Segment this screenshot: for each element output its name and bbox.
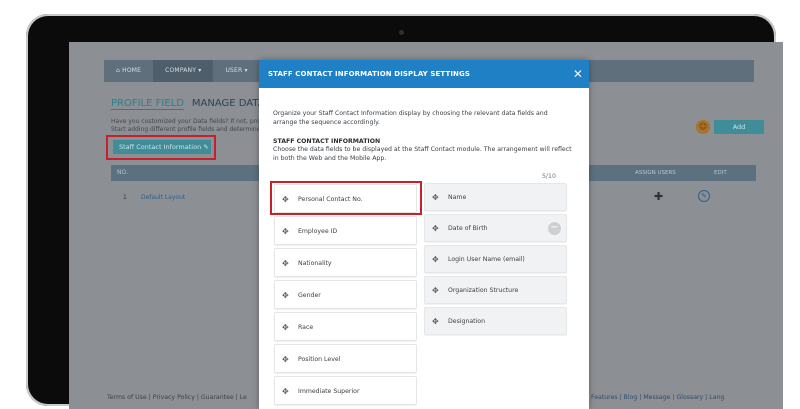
laptop-frame: ⌂ HOME COMPANY ▾ USER ▾ PROFILE FIELD MA…: [26, 14, 783, 409]
assign-users-plus-icon[interactable]: ✚: [654, 190, 663, 203]
field-label: Position Level: [298, 356, 341, 363]
field-label: Race: [298, 324, 314, 331]
close-icon[interactable]: ✕: [573, 60, 583, 88]
field-gender[interactable]: ✥ Gender: [274, 280, 417, 309]
table-row-number: 1: [123, 194, 127, 201]
profile-tabs: PROFILE FIELD MANAGE DATA FIE: [111, 98, 283, 110]
nav-user[interactable]: USER ▾: [213, 60, 259, 82]
selected-field-date-of-birth[interactable]: ✥ Date of Birth −: [424, 214, 567, 242]
drag-handle-icon[interactable]: ✥: [282, 281, 289, 310]
minus-circle-icon[interactable]: −: [548, 222, 561, 235]
screen: ⌂ HOME COMPANY ▾ USER ▾ PROFILE FIELD MA…: [69, 42, 783, 409]
drag-handle-icon[interactable]: ✥: [432, 308, 439, 336]
field-nationality[interactable]: ✥ Nationality: [274, 248, 417, 277]
field-label: Login User Name (email): [448, 256, 525, 263]
info-icon[interactable]: ☺: [696, 120, 710, 134]
selected-field-login-user-name[interactable]: ✥ Login User Name (email): [424, 245, 567, 273]
selected-field-organization-structure[interactable]: ✥ Organization Structure: [424, 276, 567, 304]
field-label: Nationality: [298, 260, 332, 267]
personal-contact-highlight: [270, 181, 422, 215]
field-label: Name: [448, 194, 467, 201]
tab-profile-field[interactable]: PROFILE FIELD: [111, 98, 184, 110]
camera-dot: [399, 30, 404, 35]
drag-handle-icon[interactable]: ✥: [432, 184, 439, 212]
help-text: Have you customized your Data fields? If…: [111, 118, 263, 133]
drag-handle-icon[interactable]: ✥: [432, 246, 439, 274]
footer-links-left[interactable]: Terms of Use | Privacy Policy | Guarante…: [107, 394, 247, 401]
drag-handle-icon[interactable]: ✥: [432, 215, 439, 243]
field-employee-id[interactable]: ✥ Employee ID: [274, 216, 417, 245]
table-header-edit: EDIT: [714, 170, 727, 176]
selected-count: 5/10: [542, 173, 556, 180]
field-label: Date of Birth: [448, 225, 488, 232]
field-label: Employee ID: [298, 228, 338, 235]
staff-button-highlight: [106, 135, 216, 160]
table-header-no: NO.: [117, 169, 128, 176]
field-label: Organization Structure: [448, 287, 519, 294]
table-header-left: [111, 165, 261, 181]
field-label: Gender: [298, 292, 321, 299]
add-button[interactable]: Add: [714, 120, 764, 134]
default-layout-link[interactable]: Default Layout: [141, 194, 185, 201]
section-description: Choose the data fields to be displayed a…: [273, 146, 572, 162]
footer-links-right[interactable]: Features | Blog | Message | Glossary | L…: [591, 394, 724, 401]
modal-title: STAFF CONTACT INFORMATION DISPLAY SETTIN…: [268, 70, 470, 78]
drag-handle-icon[interactable]: ✥: [282, 313, 289, 342]
drag-handle-icon[interactable]: ✥: [282, 249, 289, 278]
nav-company[interactable]: COMPANY ▾: [153, 60, 214, 82]
selected-field-designation[interactable]: ✥ Designation: [424, 307, 567, 335]
drag-handle-icon[interactable]: ✥: [282, 217, 289, 246]
display-settings-modal: STAFF CONTACT INFORMATION DISPLAY SETTIN…: [259, 60, 589, 409]
selected-field-name[interactable]: ✥ Name: [424, 183, 567, 211]
field-label: Immediate Superior: [298, 388, 360, 395]
modal-header: STAFF CONTACT INFORMATION DISPLAY SETTIN…: [259, 60, 589, 88]
drag-handle-icon[interactable]: ✥: [282, 345, 289, 374]
field-position-level[interactable]: ✥ Position Level: [274, 344, 417, 373]
field-immediate-superior[interactable]: ✥ Immediate Superior: [274, 376, 417, 405]
drag-handle-icon[interactable]: ✥: [282, 377, 289, 406]
table-header-assign-users: ASSIGN USERS: [635, 170, 676, 176]
field-race[interactable]: ✥ Race: [274, 312, 417, 341]
modal-intro-text: Organize your Staff Contact Information …: [273, 110, 548, 126]
drag-handle-icon[interactable]: ✥: [432, 277, 439, 305]
section-title: STAFF CONTACT INFORMATION: [273, 138, 381, 145]
nav-home[interactable]: ⌂ HOME: [104, 60, 153, 82]
edit-pencil-icon[interactable]: ✎: [698, 190, 710, 202]
field-label: Designation: [448, 318, 486, 325]
